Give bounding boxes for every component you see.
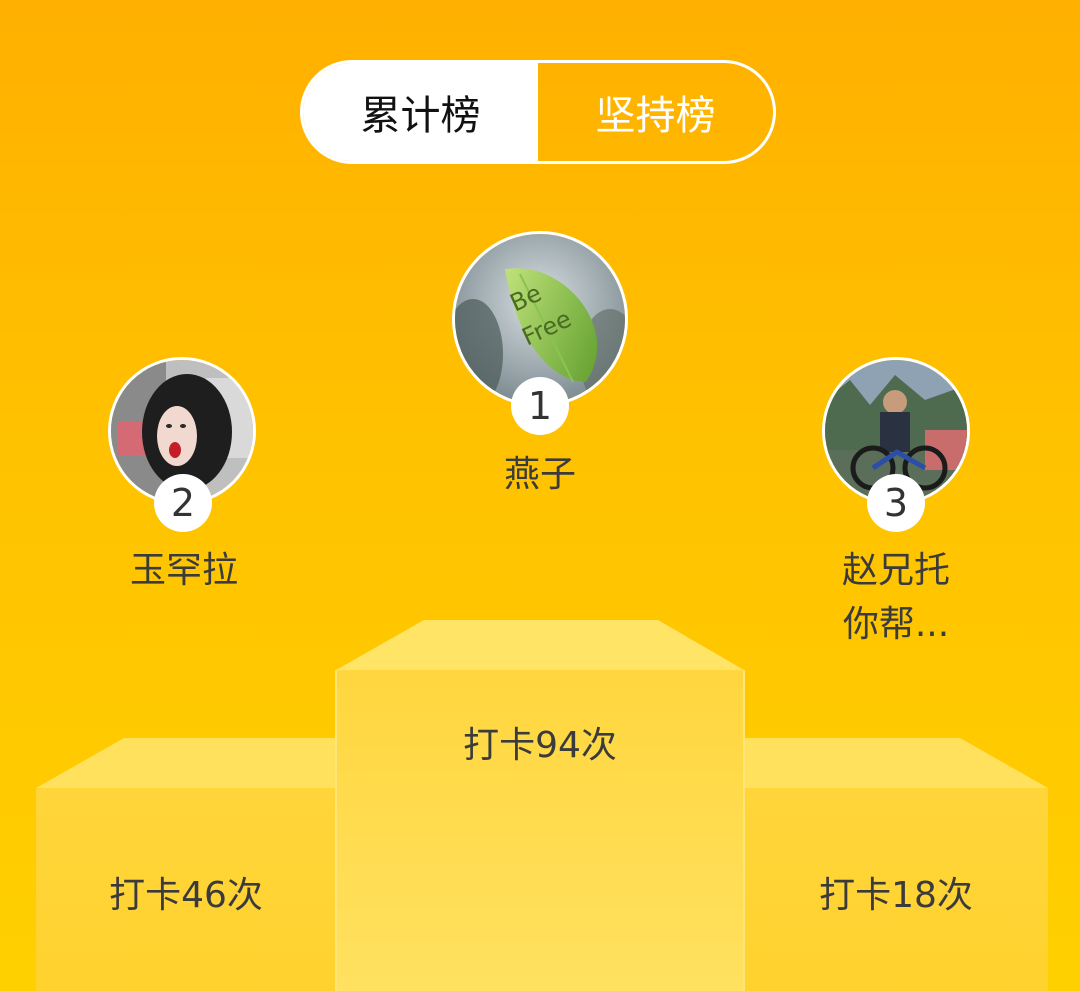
podium-left-top xyxy=(36,738,336,788)
first-name: 燕子 xyxy=(503,454,576,495)
second-checkins: 打卡46次 xyxy=(109,875,263,916)
third-rank-badge: 3 xyxy=(867,474,925,532)
second-rank-badge: 2 xyxy=(154,474,212,532)
second-name: 玉罕拉 xyxy=(129,550,238,591)
third-name-line1: 赵兄托 xyxy=(841,550,950,591)
first-rank-badge: 1 xyxy=(511,377,569,435)
podium-right-top xyxy=(744,738,1048,788)
third-checkins: 打卡18次 xyxy=(819,875,973,916)
third-name-line2: 你帮... xyxy=(842,604,950,645)
podium-center-top xyxy=(336,620,744,670)
first-checkins: 打卡94次 xyxy=(463,725,617,766)
